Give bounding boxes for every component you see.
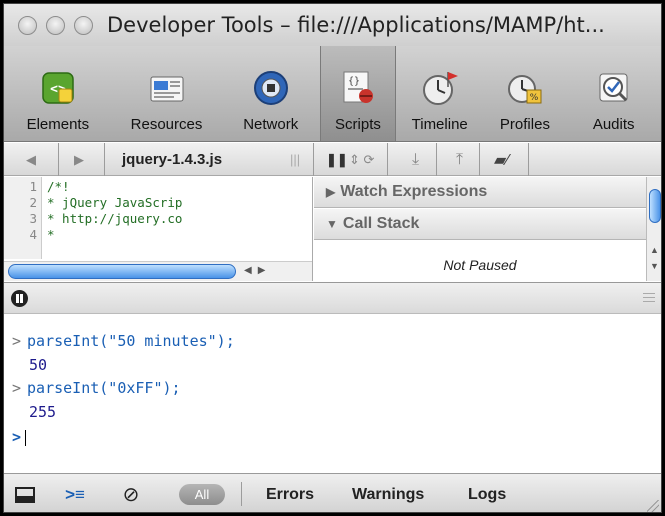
tab-network[interactable]: Network — [221, 46, 320, 141]
script-file-name: jquery-1.4.3.js — [122, 151, 223, 168]
console-output[interactable]: > parseInt("50 minutes"); 50 > parseInt("0… — [4, 315, 661, 473]
console-command-line: > parseInt("50 minutes"); — [12, 332, 235, 350]
watch-expressions-label: Watch Expressions — [340, 183, 488, 200]
tab-timeline-label: Timeline — [411, 116, 468, 133]
scripts-toolbar: ◀ ▶ jquery-1.4.3.js ||| ❚❚ ⇕ ⟳ ⤓ ⤒ ▰⁄ — [4, 143, 661, 176]
scripts-icon: {} — [343, 71, 373, 103]
elements-icon: <> — [42, 72, 74, 104]
svg-text:{}: {} — [348, 76, 360, 87]
pause-icon: ❚❚ — [326, 151, 348, 167]
breakpoint-toggle-icon: ⇕ ⟳ — [349, 151, 375, 167]
filter-logs-button[interactable]: Logs — [468, 486, 506, 504]
sidebar-vertical-scrollbar[interactable]: ▲ ▼ — [646, 177, 661, 281]
back-arrow-icon: ◀ — [26, 151, 36, 167]
filter-warnings-button[interactable]: Warnings — [352, 486, 424, 504]
call-stack-label: Call Stack — [342, 215, 420, 232]
filter-errors-button[interactable]: Errors — [266, 486, 314, 504]
tab-resources[interactable]: Resources — [112, 46, 222, 141]
clear-icon: ⊘ — [122, 484, 140, 506]
scrollbar-thumb[interactable] — [8, 264, 236, 279]
tab-audits-label: Audits — [592, 116, 635, 133]
console-icon: >≡ — [65, 484, 85, 504]
drawer-resize-grip-icon[interactable] — [643, 293, 655, 302]
console-command-line: > parseInt("0xFF"); — [12, 379, 181, 397]
source-line: 1/*! — [29, 179, 70, 194]
tab-scripts[interactable]: {} Scripts — [320, 46, 396, 141]
pause-script-button[interactable]: ❚❚ — [326, 143, 348, 176]
watch-expressions-pane-header[interactable]: ▶ Watch Expressions — [314, 177, 646, 208]
close-window-button[interactable] — [18, 15, 37, 35]
call-stack-pane-header[interactable]: ▼ Call Stack — [314, 209, 646, 240]
profiles-icon: % — [507, 75, 542, 104]
call-stack-status: Not Paused — [443, 257, 517, 273]
deactivate-breakpoints-icon: ▰⁄ — [494, 151, 509, 169]
timeline-icon — [422, 72, 458, 105]
title-bar: Developer Tools – file:///Applications/M… — [4, 4, 661, 46]
prompt-icon: > — [12, 379, 22, 397]
console-result-line: 50 — [29, 356, 48, 374]
audits-icon — [599, 73, 628, 102]
resources-icon — [150, 76, 183, 102]
dock-toggle-button[interactable] — [12, 474, 38, 512]
tab-profiles-label: Profiles — [499, 116, 550, 133]
source-pane[interactable]: 1/*! 2 * jQuery JavaScrip 3 * http://jqu… — [4, 177, 313, 281]
filter-all-button[interactable]: All — [179, 484, 225, 505]
zoom-window-button[interactable] — [74, 15, 93, 35]
show-console-button[interactable]: >≡ — [60, 474, 90, 512]
dock-window-icon — [15, 486, 35, 503]
window-controls — [18, 15, 93, 35]
back-button[interactable]: ◀ — [26, 143, 36, 176]
minimize-window-button[interactable] — [46, 15, 65, 35]
status-bar: >≡ ⊘ All Errors Warnings Logs — [4, 473, 661, 512]
tab-elements-label: Elements — [26, 116, 90, 133]
scroll-arrows-icon[interactable]: ◀▶ — [244, 265, 271, 276]
tab-audits[interactable]: Audits — [566, 46, 661, 141]
scroll-down-icon[interactable]: ▼ — [650, 261, 659, 271]
forward-arrow-icon: ▶ — [74, 151, 84, 167]
console-drawer-header — [4, 282, 661, 314]
text-cursor — [25, 429, 27, 446]
step-out-button[interactable]: ⤒ — [456, 143, 463, 176]
tab-elements[interactable]: <> Elements — [4, 46, 112, 141]
breakpoints-toggle-button[interactable]: ⇕ ⟳ — [349, 143, 374, 176]
expanded-triangle-icon: ▼ — [326, 217, 338, 231]
prompt-icon: > — [12, 332, 22, 350]
panel-toolbar: <> Elements Resources Network {} Scripts… — [4, 46, 661, 142]
deactivate-breakpoints-button[interactable]: ▰⁄ — [494, 143, 509, 176]
svg-text:%: % — [530, 93, 539, 103]
file-select-grip-icon: ||| — [290, 152, 301, 167]
window-title: Developer Tools – file:///Applications/M… — [107, 13, 605, 37]
tab-scripts-label: Scripts — [335, 116, 381, 133]
tab-timeline[interactable]: Timeline — [396, 46, 484, 141]
console-result-line: 255 — [29, 403, 57, 421]
devtools-window: Developer Tools – file:///Applications/M… — [3, 3, 662, 513]
step-into-icon: ⤓ — [412, 150, 420, 168]
prompt-icon: > — [12, 428, 22, 446]
scroll-up-icon[interactable]: ▲ — [650, 245, 659, 255]
source-line: 2 * jQuery JavaScrip — [29, 195, 183, 210]
sidebar-panes: ▶ Watch Expressions ▼ Call Stack Not Pau… — [314, 177, 661, 281]
network-icon — [253, 71, 288, 105]
collapsed-triangle-icon: ▶ — [326, 185, 336, 199]
scrollbar-thumb[interactable] — [649, 189, 661, 223]
source-line: 3 * http://jquery.co — [29, 211, 183, 226]
pause-on-exceptions-icon[interactable] — [11, 290, 28, 307]
tab-network-label: Network — [243, 116, 299, 133]
tab-profiles[interactable]: % Profiles — [484, 46, 567, 141]
forward-button[interactable]: ▶ — [74, 143, 84, 176]
window-resize-icon[interactable] — [647, 500, 659, 512]
script-file-select[interactable]: jquery-1.4.3.js — [122, 143, 222, 176]
step-out-icon: ⤒ — [456, 150, 464, 168]
source-horizontal-scrollbar[interactable]: ◀▶ — [4, 261, 312, 281]
clear-console-button[interactable]: ⊘ — [118, 474, 144, 512]
step-into-button[interactable]: ⤓ — [412, 143, 419, 176]
source-line: 4 * — [29, 227, 55, 242]
tab-resources-label: Resources — [130, 116, 203, 133]
console-prompt-input[interactable]: > — [12, 428, 27, 446]
